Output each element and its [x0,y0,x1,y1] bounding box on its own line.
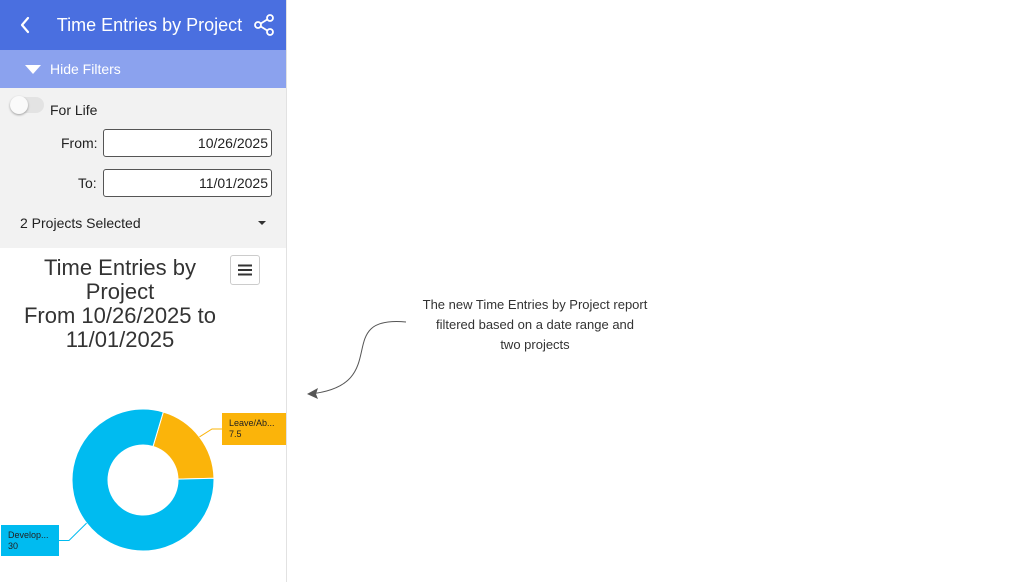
annotation-arrow-line [309,321,407,395]
annotation-arrow [307,321,407,399]
